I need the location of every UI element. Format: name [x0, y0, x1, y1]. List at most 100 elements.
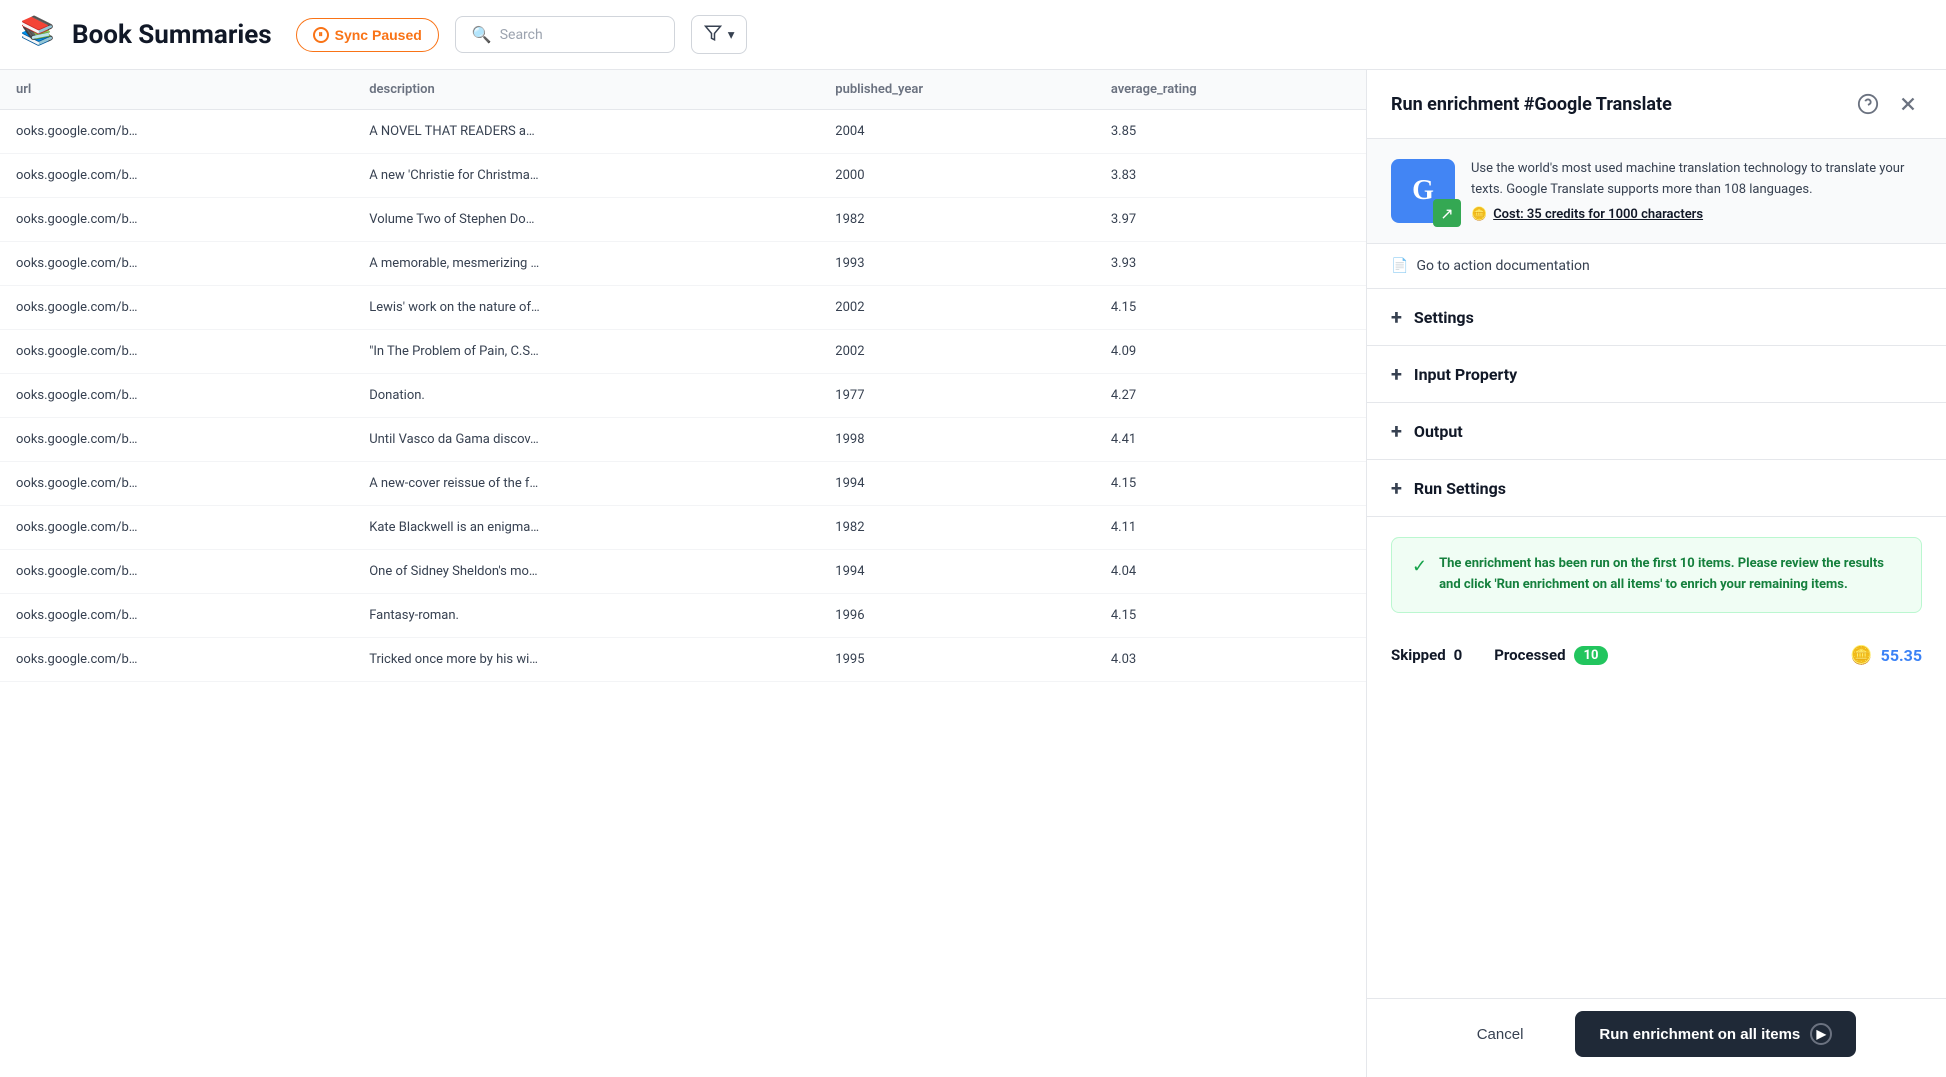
cell-url: ooks.google.com/b…	[0, 374, 353, 418]
success-check-icon: ✓	[1412, 556, 1427, 577]
cell-url: ooks.google.com/b…	[0, 506, 353, 550]
cost-link[interactable]: Cost: 35 credits for 1000 characters	[1493, 207, 1703, 222]
table-row[interactable]: ooks.google.com/b…A NOVEL THAT READERS a…	[0, 110, 1366, 154]
output-accordion-header[interactable]: + Output	[1367, 403, 1946, 459]
success-banner: ✓ The enrichment has been run on the fir…	[1391, 537, 1922, 613]
table-row[interactable]: ooks.google.com/b…Kate Blackwell is an e…	[0, 506, 1366, 550]
cell-average_rating: 4.41	[1095, 418, 1366, 462]
table-row[interactable]: ooks.google.com/b…Tricked once more by h…	[0, 638, 1366, 682]
cell-url: ooks.google.com/b…	[0, 418, 353, 462]
cell-published_year: 1995	[819, 638, 1095, 682]
cell-description: Fantasy-roman.	[353, 594, 819, 638]
doc-icon: 📄	[1391, 258, 1408, 274]
input-property-accordion[interactable]: + Input Property	[1367, 346, 1946, 403]
col-header-url: url	[0, 70, 353, 110]
cell-published_year: 2002	[819, 286, 1095, 330]
cell-description: Kate Blackwell is an enigma…	[353, 506, 819, 550]
table-row[interactable]: ooks.google.com/b…"In The Problem of Pai…	[0, 330, 1366, 374]
cell-url: ooks.google.com/b…	[0, 198, 353, 242]
cell-url: ooks.google.com/b…	[0, 286, 353, 330]
run-settings-label: Run Settings	[1414, 479, 1506, 498]
run-settings-accordion[interactable]: + Run Settings	[1367, 460, 1946, 517]
filter-button[interactable]: ▾	[691, 15, 748, 54]
close-button[interactable]	[1894, 90, 1922, 118]
table-row[interactable]: ooks.google.com/b…Until Vasco da Gama di…	[0, 418, 1366, 462]
cell-published_year: 1993	[819, 242, 1095, 286]
cell-published_year: 1982	[819, 198, 1095, 242]
run-all-icon: ▶	[1810, 1023, 1832, 1045]
table-row[interactable]: ooks.google.com/b…A new 'Christie for Ch…	[0, 154, 1366, 198]
cell-description: "In The Problem of Pain, C.S…	[353, 330, 819, 374]
col-header-published-year: published_year	[819, 70, 1095, 110]
app-icon: 📚	[20, 17, 56, 53]
settings-accordion-header[interactable]: + Settings	[1367, 289, 1946, 345]
table-row[interactable]: ooks.google.com/b…Volume Two of Stephen …	[0, 198, 1366, 242]
input-property-plus-icon: +	[1391, 364, 1402, 384]
table-row[interactable]: ooks.google.com/b…A new-cover reissue of…	[0, 462, 1366, 506]
panel-body: G ↗ Use the world's most used machine tr…	[1367, 139, 1946, 998]
search-bar[interactable]: 🔍 Search	[455, 16, 675, 53]
input-property-accordion-header[interactable]: + Input Property	[1367, 346, 1946, 402]
table-row[interactable]: ooks.google.com/b…Lewis' work on the nat…	[0, 286, 1366, 330]
cell-url: ooks.google.com/b…	[0, 550, 353, 594]
settings-accordion[interactable]: + Settings	[1367, 289, 1946, 346]
sync-paused-label: Sync Paused	[335, 27, 422, 43]
data-table: url description published_year average_r…	[0, 70, 1366, 682]
cell-published_year: 1977	[819, 374, 1095, 418]
filter-chevron-icon: ▾	[728, 27, 735, 43]
table-row[interactable]: ooks.google.com/b…A memorable, mesmerizi…	[0, 242, 1366, 286]
translate-arrow-icon: ↗	[1433, 199, 1461, 227]
translate-info: Use the world's most used machine transl…	[1471, 159, 1922, 223]
table-header-row: url description published_year average_r…	[0, 70, 1366, 110]
cost-info: 🪙 Cost: 35 credits for 1000 characters	[1471, 207, 1922, 222]
cell-average_rating: 4.09	[1095, 330, 1366, 374]
cell-url: ooks.google.com/b…	[0, 242, 353, 286]
run-all-button[interactable]: Run enrichment on all items ▶	[1575, 1011, 1856, 1057]
table-row[interactable]: ooks.google.com/b…One of Sidney Sheldon'…	[0, 550, 1366, 594]
cell-url: ooks.google.com/b…	[0, 462, 353, 506]
cell-url: ooks.google.com/b…	[0, 330, 353, 374]
cell-description: Lewis' work on the nature of…	[353, 286, 819, 330]
table-row[interactable]: ooks.google.com/b…Fantasy-roman.19964.15	[0, 594, 1366, 638]
app-title: Book Summaries	[72, 20, 272, 50]
sync-paused-button[interactable]: ⏸ Sync Paused	[296, 18, 439, 52]
skipped-label: Skipped	[1391, 646, 1446, 664]
search-icon: 🔍	[472, 25, 492, 44]
table-body: ooks.google.com/b…A NOVEL THAT READERS a…	[0, 110, 1366, 682]
search-placeholder: Search	[500, 27, 543, 43]
processed-stat: Processed 10	[1494, 646, 1608, 665]
enrichment-panel: Run enrichment #Google Translate	[1366, 70, 1946, 1077]
cell-description: Tricked once more by his wi…	[353, 638, 819, 682]
credits-stat: 🪙 55.35	[1850, 645, 1922, 666]
cell-published_year: 1998	[819, 418, 1095, 462]
run-all-label: Run enrichment on all items	[1599, 1026, 1800, 1043]
cancel-button[interactable]: Cancel	[1457, 1016, 1544, 1053]
cell-description: A new-cover reissue of the f…	[353, 462, 819, 506]
processed-badge: 10	[1574, 646, 1609, 665]
doc-link[interactable]: 📄 Go to action documentation	[1367, 244, 1946, 289]
cell-average_rating: 4.04	[1095, 550, 1366, 594]
cell-average_rating: 3.93	[1095, 242, 1366, 286]
settings-plus-icon: +	[1391, 307, 1402, 327]
doc-link-label: Go to action documentation	[1416, 258, 1589, 274]
panel-title: Run enrichment #Google Translate	[1391, 94, 1672, 115]
output-accordion[interactable]: + Output	[1367, 403, 1946, 460]
col-header-average-rating: average_rating	[1095, 70, 1366, 110]
cell-description: Until Vasco da Gama discov…	[353, 418, 819, 462]
pause-icon: ⏸	[313, 27, 329, 43]
cell-description: Volume Two of Stephen Do…	[353, 198, 819, 242]
cell-average_rating: 4.15	[1095, 462, 1366, 506]
panel-header-icons	[1854, 90, 1922, 118]
help-button[interactable]	[1854, 90, 1882, 118]
cell-description: Donation.	[353, 374, 819, 418]
cell-url: ooks.google.com/b…	[0, 594, 353, 638]
success-text: The enrichment has been run on the first…	[1439, 554, 1901, 596]
promo-text: Use the world's most used machine transl…	[1471, 159, 1922, 201]
credits-value: 55.35	[1881, 646, 1922, 665]
cell-average_rating: 3.97	[1095, 198, 1366, 242]
run-settings-accordion-header[interactable]: + Run Settings	[1367, 460, 1946, 516]
cell-average_rating: 4.11	[1095, 506, 1366, 550]
cell-published_year: 1996	[819, 594, 1095, 638]
table-row[interactable]: ooks.google.com/b…Donation.19774.27	[0, 374, 1366, 418]
settings-label: Settings	[1414, 308, 1474, 327]
